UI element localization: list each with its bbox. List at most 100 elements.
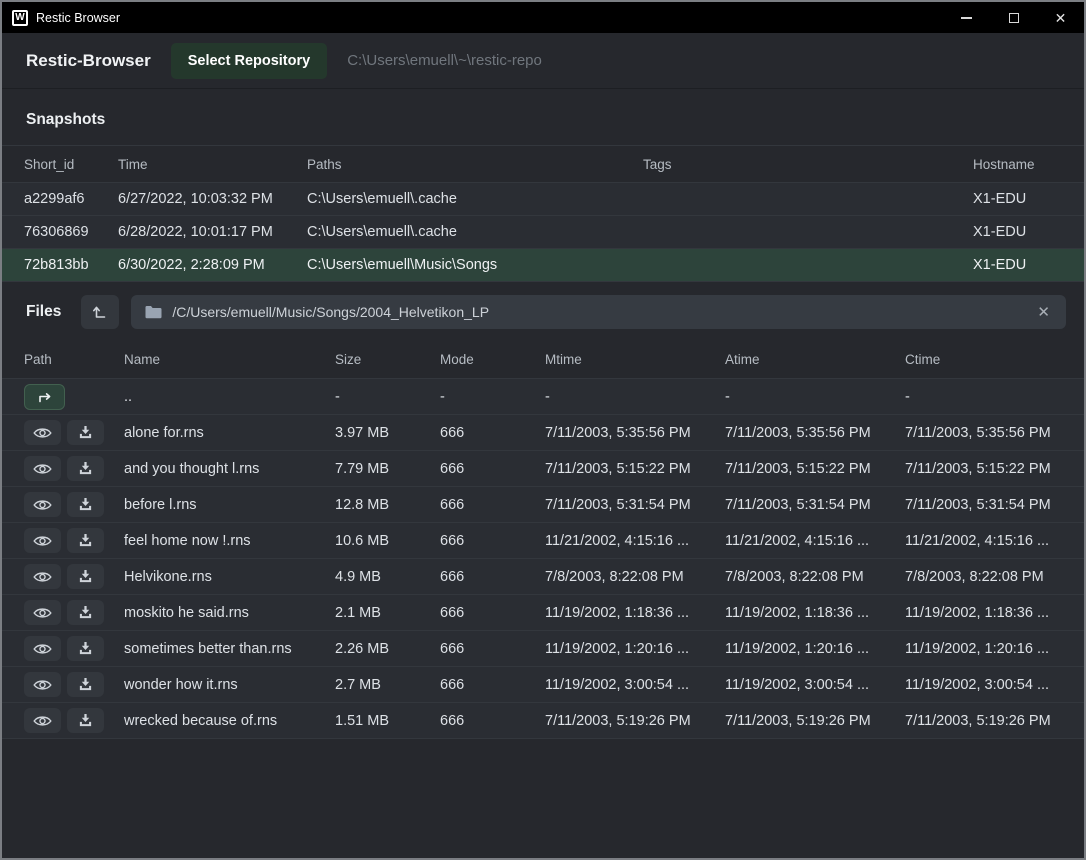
column-header-mode: Mode	[440, 352, 545, 367]
files-bar: Files /C/Users/emuell/Music/Songs/2004_H…	[2, 282, 1084, 341]
file-atime: 7/11/2003, 5:19:26 PM	[725, 713, 905, 729]
download-icon	[78, 497, 93, 512]
file-size: 7.79 MB	[335, 461, 440, 477]
file-ctime: 11/19/2002, 3:00:54 ...	[905, 677, 1064, 693]
eye-icon	[33, 606, 52, 620]
file-row[interactable]: and you thought l.rns 7.79 MB 666 7/11/2…	[2, 451, 1084, 487]
file-mode: 666	[440, 677, 545, 693]
preview-file-button[interactable]	[24, 492, 61, 517]
file-row-actions	[24, 492, 124, 517]
file-row-actions	[24, 672, 124, 697]
download-file-button[interactable]	[67, 528, 104, 553]
column-header-path: Path	[24, 352, 124, 367]
snapshot-time: 6/27/2022, 10:03:32 PM	[118, 191, 307, 207]
snapshot-row[interactable]: 76306869 6/28/2022, 10:01:17 PM C:\Users…	[2, 216, 1084, 249]
snapshot-row[interactable]: a2299af6 6/27/2022, 10:03:32 PM C:\Users…	[2, 183, 1084, 216]
app-title: Restic-Browser	[26, 51, 151, 71]
parent-row-atime: -	[725, 389, 905, 405]
snapshot-short-id: 72b813bb	[24, 257, 118, 273]
column-header-tags: Tags	[643, 157, 973, 172]
parent-row-mode: -	[440, 389, 545, 405]
download-file-button[interactable]	[67, 708, 104, 733]
snapshot-hostname: X1-EDU	[973, 191, 1064, 207]
download-file-button[interactable]	[67, 564, 104, 589]
file-mtime: 7/11/2003, 5:19:26 PM	[545, 713, 725, 729]
eye-icon	[33, 462, 52, 476]
titlebar-left: W Restic Browser	[2, 10, 120, 26]
parent-directory-row[interactable]: .. - - - - -	[2, 379, 1084, 415]
files-table-header: Path Name Size Mode Mtime Atime Ctime	[2, 341, 1084, 379]
download-file-button[interactable]	[67, 456, 104, 481]
minimize-icon	[961, 17, 972, 19]
file-atime: 11/19/2002, 1:18:36 ...	[725, 605, 905, 621]
snapshot-hostname: X1-EDU	[973, 224, 1064, 240]
file-row[interactable]: Helvikone.rns 4.9 MB 666 7/8/2003, 8:22:…	[2, 559, 1084, 595]
file-row[interactable]: sometimes better than.rns 2.26 MB 666 11…	[2, 631, 1084, 667]
download-file-button[interactable]	[67, 600, 104, 625]
file-mtime: 7/11/2003, 5:35:56 PM	[545, 425, 725, 441]
snapshot-paths: C:\Users\emuell\Music\Songs	[307, 257, 643, 273]
eye-icon	[33, 498, 52, 512]
close-button[interactable]: ✕	[1037, 2, 1084, 33]
download-file-button[interactable]	[67, 672, 104, 697]
breadcrumb-close-icon[interactable]: ✕	[1035, 303, 1052, 321]
preview-file-button[interactable]	[24, 564, 61, 589]
go-to-root-button[interactable]	[81, 295, 119, 329]
file-name: sometimes better than.rns	[124, 641, 335, 657]
preview-file-button[interactable]	[24, 600, 61, 625]
file-mode: 666	[440, 425, 545, 441]
file-name: before l.rns	[124, 497, 335, 513]
file-ctime: 11/19/2002, 1:20:16 ...	[905, 641, 1064, 657]
download-file-button[interactable]	[67, 636, 104, 661]
file-ctime: 7/8/2003, 8:22:08 PM	[905, 569, 1064, 585]
eye-icon	[33, 570, 52, 584]
file-row-actions	[24, 708, 124, 733]
preview-file-button[interactable]	[24, 456, 61, 481]
repository-path: C:\Users\emuell\~\restic-repo	[347, 52, 542, 69]
snapshots-table-header: Short_id Time Paths Tags Hostname	[2, 145, 1084, 183]
file-name: and you thought l.rns	[124, 461, 335, 477]
preview-file-button[interactable]	[24, 672, 61, 697]
minimize-button[interactable]	[943, 2, 990, 33]
file-row[interactable]: before l.rns 12.8 MB 666 7/11/2003, 5:31…	[2, 487, 1084, 523]
preview-file-button[interactable]	[24, 708, 61, 733]
file-mode: 666	[440, 461, 545, 477]
file-mtime: 11/19/2002, 1:18:36 ...	[545, 605, 725, 621]
preview-file-button[interactable]	[24, 528, 61, 553]
column-header-ctime: Ctime	[905, 352, 1064, 367]
eye-icon	[33, 678, 52, 692]
file-row-actions	[24, 564, 124, 589]
column-header-hostname: Hostname	[973, 157, 1064, 172]
file-size: 2.26 MB	[335, 641, 440, 657]
eye-icon	[33, 534, 52, 548]
file-row[interactable]: feel home now !.rns 10.6 MB 666 11/21/20…	[2, 523, 1084, 559]
parent-row-actions	[24, 384, 124, 410]
column-header-paths: Paths	[307, 157, 643, 172]
file-size: 4.9 MB	[335, 569, 440, 585]
file-row[interactable]: alone for.rns 3.97 MB 666 7/11/2003, 5:3…	[2, 415, 1084, 451]
file-name: moskito he said.rns	[124, 605, 335, 621]
maximize-button[interactable]	[990, 2, 1037, 33]
select-repository-button[interactable]: Select Repository	[171, 43, 328, 79]
file-mtime: 7/8/2003, 8:22:08 PM	[545, 569, 725, 585]
preview-file-button[interactable]	[24, 420, 61, 445]
snapshot-paths: C:\Users\emuell\.cache	[307, 224, 643, 240]
file-name: Helvikone.rns	[124, 569, 335, 585]
preview-file-button[interactable]	[24, 636, 61, 661]
go-up-button[interactable]	[24, 384, 65, 410]
file-mode: 666	[440, 497, 545, 513]
file-mode: 666	[440, 569, 545, 585]
column-header-name: Name	[124, 352, 335, 367]
file-ctime: 11/19/2002, 1:18:36 ...	[905, 605, 1064, 621]
snapshots-heading: Snapshots	[2, 89, 1084, 145]
file-row[interactable]: wrecked because of.rns 1.51 MB 666 7/11/…	[2, 703, 1084, 739]
file-row-actions	[24, 420, 124, 445]
download-file-button[interactable]	[67, 420, 104, 445]
download-file-button[interactable]	[67, 492, 104, 517]
snapshot-row[interactable]: 72b813bb 6/30/2022, 2:28:09 PM C:\Users\…	[2, 249, 1084, 282]
breadcrumb[interactable]: /C/Users/emuell/Music/Songs/2004_Helveti…	[131, 295, 1066, 329]
file-row[interactable]: moskito he said.rns 2.1 MB 666 11/19/200…	[2, 595, 1084, 631]
file-row[interactable]: wonder how it.rns 2.7 MB 666 11/19/2002,…	[2, 667, 1084, 703]
file-mtime: 11/19/2002, 1:20:16 ...	[545, 641, 725, 657]
file-name: feel home now !.rns	[124, 533, 335, 549]
